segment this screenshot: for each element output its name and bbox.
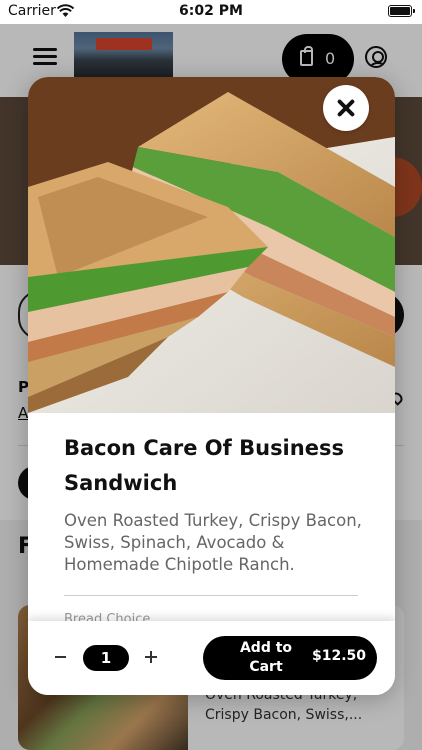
item-title: Bacon Care Of Business Sandwich (64, 436, 344, 495)
add-to-cart-button[interactable]: Add to Cart $12.50 (203, 636, 377, 680)
item-description: Oven Roasted Turkey, Crispy Bacon, Swiss… (64, 511, 362, 574)
plus-icon[interactable] (142, 643, 160, 671)
battery-icon (388, 5, 415, 17)
item-detail-modal: Bacon Care Of Business Sandwich Oven Roa… (28, 77, 395, 695)
minus-icon[interactable] (52, 643, 70, 671)
close-button[interactable] (323, 85, 369, 131)
section-divider (64, 595, 358, 596)
modal-footer: 1 Add to Cart $12.50 (28, 621, 395, 695)
status-bar: Carrier 6:02 PM (0, 0, 422, 24)
add-to-cart-label: Add to Cart (239, 640, 293, 675)
quantity-value: 1 (83, 645, 129, 671)
status-time: 6:02 PM (179, 3, 243, 19)
item-price: $12.50 (311, 648, 367, 664)
